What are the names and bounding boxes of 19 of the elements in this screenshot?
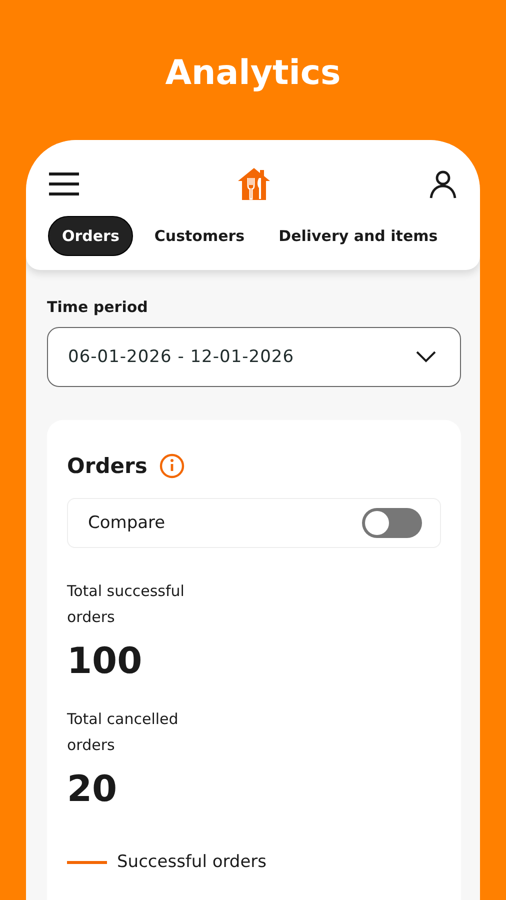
field-label: Time period [47, 298, 149, 318]
page-title: Analytics [164, 52, 342, 95]
tab[interactable]: Orders [48, 216, 134, 256]
legend-label: Successful orders [117, 852, 267, 872]
menu-icon[interactable] [48, 172, 80, 196]
house-fork-knife-icon [236, 166, 272, 202]
stat-label: Total cancelled orders [67, 709, 180, 756]
compare-toggle[interactable] [362, 508, 422, 538]
compare-label: Compare [88, 513, 166, 533]
chevron-down-icon [416, 351, 436, 363]
tab[interactable]: Customers [141, 216, 258, 256]
tab[interactable]: Delivery and items [266, 216, 451, 256]
person-icon[interactable] [428, 169, 458, 199]
date-range-dropdown[interactable]: 06-01-2026 - 12-01-2026 [47, 327, 461, 387]
stat-label: Total successful orders [67, 581, 186, 628]
stat-value: 20 [67, 768, 118, 812]
info-icon[interactable] [159, 453, 186, 479]
card-title: Orders [67, 454, 148, 478]
stat-value: 100 [67, 640, 144, 684]
